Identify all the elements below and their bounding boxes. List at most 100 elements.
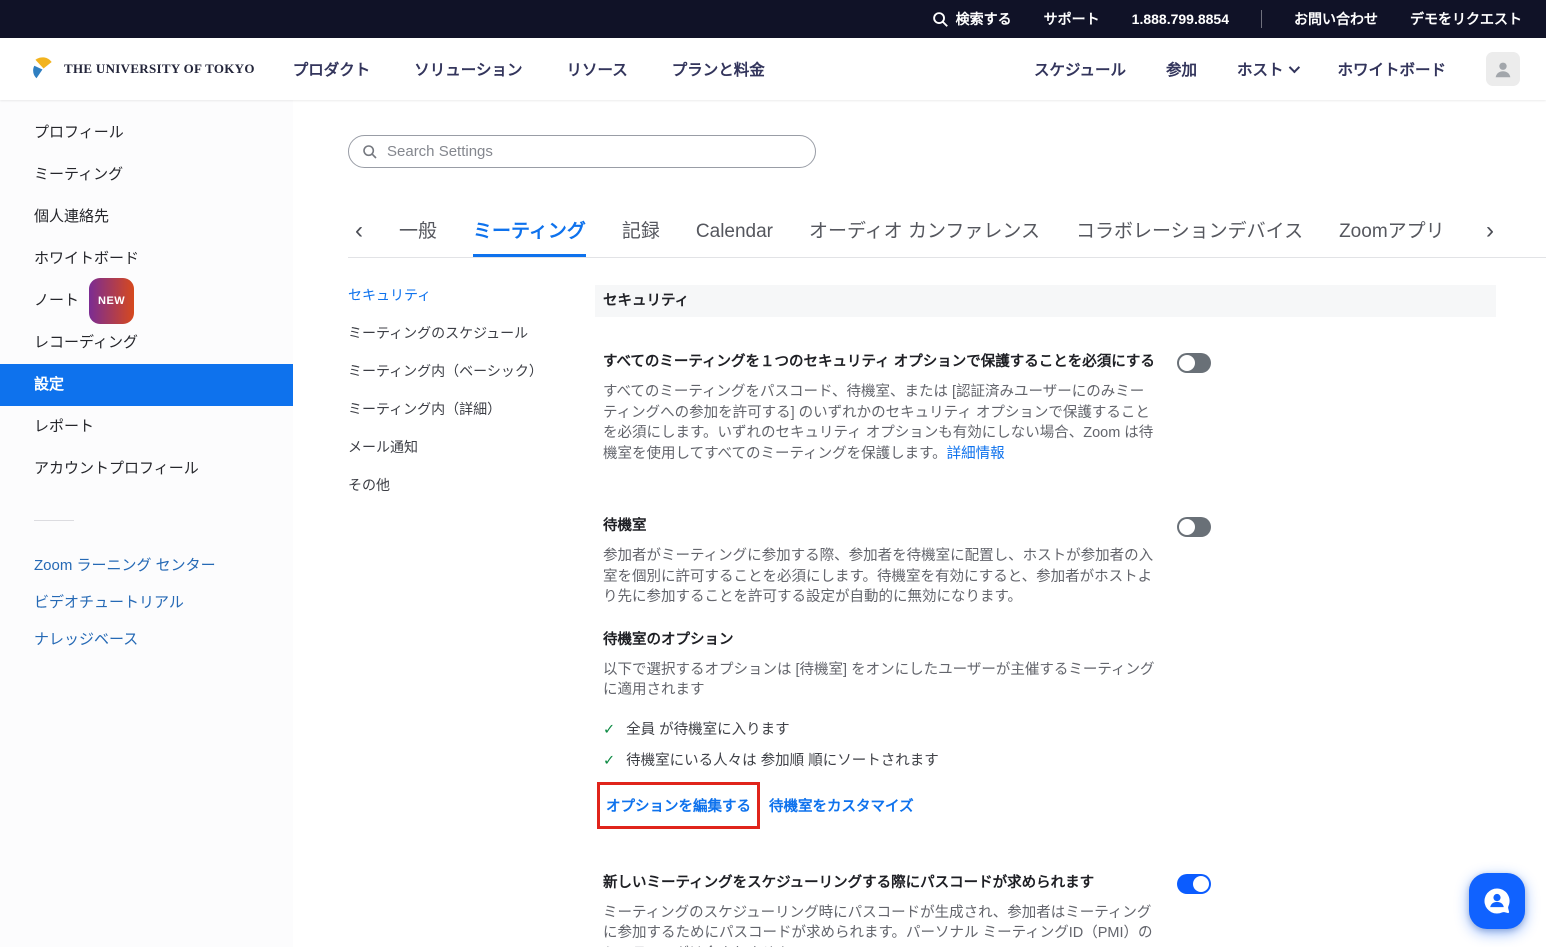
nav-schedule[interactable]: スケジュール [1034, 58, 1126, 80]
nav-host-menu[interactable]: ホスト [1237, 58, 1298, 80]
logo-text: THE UNIVERSITY OF TOKYO [64, 61, 255, 77]
nav-resources[interactable]: リソース [566, 58, 627, 80]
setting-description: ミーティングのスケジューリング時にパスコードが生成され、参加者はミーティングに参… [603, 903, 1156, 947]
sidebar-item-label: 設定 [34, 364, 64, 406]
sidebar-item-label: プロフィール [34, 112, 124, 154]
waiting-room-links: オプションを編集する 待機室をカスタマイズ [603, 782, 1496, 829]
setting-waiting-room: 待機室 参加者がミーティングに参加する際、参加者を待機室に配置し、ホストが参加者… [595, 516, 1496, 608]
settings-content: ‹ 一般 ミーティング 記録 Calendar オーディオ カンファレンス コラ… [293, 100, 1546, 947]
topbar-contact-link[interactable]: お問い合わせ [1294, 9, 1378, 29]
chevron-down-icon [1289, 62, 1300, 73]
settings-tabs: ‹ 一般 ミーティング 記録 Calendar オーディオ カンファレンス コラ… [348, 208, 1546, 258]
nav-products[interactable]: プロダクト [293, 58, 371, 80]
setting-require-security-option: すべてのミーティングを１つのセキュリティ オプションで保護することを必須にする … [595, 352, 1496, 464]
sidebar-divider [34, 520, 74, 521]
nav-join[interactable]: 参加 [1166, 58, 1197, 80]
setting-title: 新しいミーティングをスケジューリングする際にパスコードが求められます [603, 873, 1094, 893]
support-chat-button[interactable] [1469, 873, 1525, 929]
sidebar-item-settings[interactable]: 設定 [0, 364, 293, 406]
learn-more-link[interactable]: 詳細情報 [947, 446, 1005, 462]
sidebar-link-learning-center[interactable]: Zoom ラーニング センター [0, 547, 293, 584]
highlight-red-box: オプションを編集する [597, 782, 760, 829]
option-sort-by-join-order: ✓ 待機室にいる人々は 参加順 順にソートされます [603, 751, 1496, 771]
subnav-in-meeting-basic[interactable]: ミーティング内（ベーシック） [348, 361, 595, 381]
check-icon: ✓ [603, 751, 615, 771]
person-icon [1492, 58, 1514, 80]
nav-whiteboard[interactable]: ホワイトボード [1337, 58, 1446, 80]
sidebar-item-reports[interactable]: レポート [0, 406, 293, 448]
sidebar-link-video-tutorials[interactable]: ビデオチュートリアル [0, 584, 293, 621]
profile-avatar[interactable] [1486, 52, 1520, 86]
section-header-security: セキュリティ [595, 285, 1496, 317]
sidebar-item-label: 個人連絡先 [34, 196, 109, 238]
topbar-request-demo-link[interactable]: デモをリクエスト [1410, 9, 1522, 29]
tab-meeting[interactable]: ミーティング [473, 208, 586, 257]
sidebar-item-label: レコーディング [34, 322, 138, 364]
check-icon: ✓ [603, 720, 615, 740]
settings-search-input[interactable] [387, 143, 802, 160]
topbar-support-link[interactable]: サポート [1044, 9, 1100, 29]
top-utility-bar: 検索する サポート 1.888.799.8854 お問い合わせ デモをリクエスト [0, 0, 1546, 38]
setting-description-text: すべてのミーティングをパスコード、待機室、または [認証済みユーザーにのみミーテ… [603, 384, 1153, 462]
sidebar-item-profile[interactable]: プロフィール [0, 112, 293, 154]
tab-recording[interactable]: 記録 [622, 208, 660, 257]
tabs-scroll-left-icon[interactable]: ‹ [355, 217, 363, 257]
tabs-scroll-right-icon[interactable]: › [1486, 217, 1494, 257]
tab-calendar[interactable]: Calendar [696, 213, 773, 257]
sidebar-item-label: ミーティング [34, 154, 123, 196]
tab-zoom-apps[interactable]: Zoomアプリ [1339, 208, 1445, 257]
sidebar-link-knowledge-base[interactable]: ナレッジベース [0, 621, 293, 658]
nav-solutions[interactable]: ソリューション [414, 58, 522, 80]
sidebar-item-account-profile[interactable]: アカウントプロフィール [0, 448, 293, 490]
nav-links: プロダクト ソリューション リソース プランと料金 [293, 58, 765, 80]
option-text: 全員 が待機室に入ります [626, 720, 790, 740]
subnav-security[interactable]: セキュリティ [348, 285, 595, 305]
tab-audio-conference[interactable]: オーディオ カンファレンス [809, 208, 1040, 257]
subnav-email-notification[interactable]: メール通知 [348, 437, 595, 457]
setting-title: 待機室 [603, 516, 647, 536]
subnav-in-meeting-advanced[interactable]: ミーティング内（詳細） [348, 399, 595, 419]
waiting-room-toggle[interactable] [1177, 517, 1211, 537]
sidebar-item-label: ノート [34, 280, 79, 322]
tab-general[interactable]: 一般 [399, 208, 437, 257]
sidebar-item-meetings[interactable]: ミーティング [0, 154, 293, 196]
setting-description: 参加者がミーティングに参加する際、参加者を待機室に配置し、ホストが参加者の入室を… [603, 546, 1156, 608]
sidebar-item-notes[interactable]: ノート NEW [0, 280, 293, 322]
waiting-room-options: 待機室のオプション 以下で選択するオプションは [待機室] をオンにしたユーザー… [595, 630, 1496, 829]
toggle-knob [1179, 519, 1195, 535]
option-text: 待機室にいる人々は 参加順 順にソートされます [626, 751, 939, 771]
new-badge: NEW [89, 278, 134, 324]
customize-waiting-room-link[interactable]: 待機室をカスタマイズ [769, 795, 914, 816]
tab-collaboration-devices[interactable]: コラボレーションデバイス [1076, 208, 1303, 257]
topbar-search[interactable]: 検索する [932, 9, 1012, 29]
nav-host-label: ホスト [1237, 58, 1284, 80]
waiting-room-options-title: 待機室のオプション [603, 630, 1496, 650]
setting-passcode-required: 新しいミーティングをスケジューリングする際にパスコードが求められます ミーティン… [595, 873, 1496, 947]
nav-right: スケジュール 参加 ホスト ホワイトボード [1034, 52, 1520, 86]
edit-options-link[interactable]: オプションを編集する [606, 799, 751, 815]
search-icon [932, 11, 949, 28]
university-of-tokyo-logo[interactable]: THE UNIVERSITY OF TOKYO [30, 56, 255, 82]
topbar-divider [1261, 10, 1262, 28]
waiting-room-options-desc: 以下で選択するオプションは [待機室] をオンにしたユーザーが主催するミーティン… [603, 660, 1163, 701]
settings-panel: セキュリティ すべてのミーティングを１つのセキュリティ オプションで保護すること… [595, 285, 1496, 947]
sidebar-item-whiteboard[interactable]: ホワイトボード [0, 238, 293, 280]
setting-title: すべてのミーティングを１つのセキュリティ オプションで保護することを必須にする [603, 352, 1155, 372]
sidebar-item-contacts[interactable]: 個人連絡先 [0, 196, 293, 238]
settings-search[interactable] [348, 135, 816, 168]
subnav-other[interactable]: その他 [348, 475, 595, 495]
sidebar-item-label: レポート [34, 406, 94, 448]
main-navbar: THE UNIVERSITY OF TOKYO プロダクト ソリューション リソ… [0, 38, 1546, 100]
passcode-required-toggle[interactable] [1177, 874, 1211, 894]
toggle-knob [1193, 876, 1209, 892]
option-everyone-in-waiting-room: ✓ 全員 が待機室に入ります [603, 720, 1496, 740]
topbar-phone[interactable]: 1.888.799.8854 [1132, 11, 1229, 27]
require-security-option-toggle[interactable] [1177, 353, 1211, 373]
settings-subnav: セキュリティ ミーティングのスケジュール ミーティング内（ベーシック） ミーティ… [348, 285, 595, 947]
sidebar-item-label: アカウントプロフィール [34, 448, 199, 490]
topbar-search-label: 検索する [956, 9, 1012, 29]
nav-plans-pricing[interactable]: プランと料金 [672, 58, 765, 80]
subnav-schedule-meeting[interactable]: ミーティングのスケジュール [348, 323, 595, 343]
chat-person-icon [1481, 885, 1513, 917]
sidebar-item-recordings[interactable]: レコーディング [0, 322, 293, 364]
